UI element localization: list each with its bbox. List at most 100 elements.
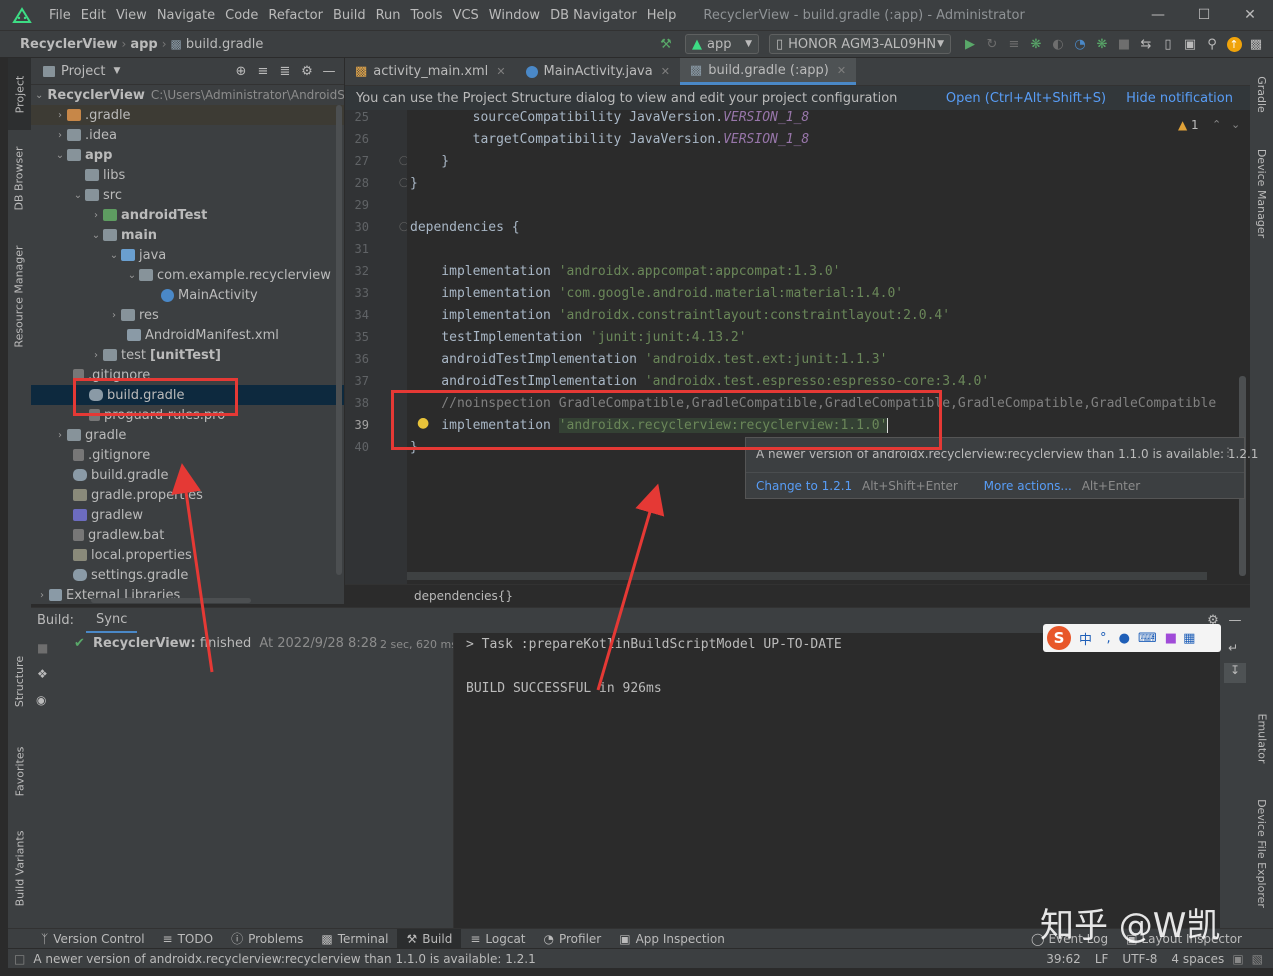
change-version-link[interactable]: Change to 1.2.1 (756, 479, 852, 493)
soft-wrap-icon[interactable]: ↵ (1228, 641, 1238, 655)
tool-tab-resource-manager[interactable]: Resource Manager (8, 236, 31, 356)
attach-debugger-icon[interactable]: ❋ (1091, 33, 1113, 55)
breadcrumb-project[interactable]: RecyclerView (0, 37, 118, 52)
apply-code-changes-icon[interactable]: ≡ (1003, 33, 1025, 55)
chevron-down-icon[interactable]: ⌄ (35, 90, 43, 101)
tab-build-gradle-app[interactable]: ▩ build.gradle (:app) ✕ (679, 58, 857, 85)
chevron-up-icon[interactable]: ⌃ (1212, 118, 1221, 131)
keyboard-icon[interactable]: ⌨ (1138, 631, 1157, 646)
chevron-down-icon[interactable]: ⌄ (107, 250, 121, 261)
skin-icon[interactable]: ■ (1165, 631, 1177, 646)
stop-icon[interactable]: ■ (37, 641, 48, 655)
expand-all-icon[interactable]: ≡ (252, 60, 274, 82)
search-icon[interactable]: ⚲ (1201, 33, 1223, 55)
coverage-icon[interactable]: ◐ (1047, 33, 1069, 55)
menu-file[interactable]: File (44, 8, 76, 23)
menu-refactor[interactable]: Refactor (263, 8, 328, 23)
breadcrumb-file[interactable]: build.gradle (186, 37, 264, 52)
chevron-down-icon[interactable]: ⌄ (71, 190, 85, 201)
scroll-to-end-icon[interactable]: ↧ (1224, 663, 1246, 683)
tool-tab-gradle[interactable]: Gradle (1250, 64, 1273, 124)
tree-row[interactable]: gradle.properties (31, 485, 344, 505)
menu-tools[interactable]: Tools (406, 8, 448, 23)
tree-row[interactable]: gradlew.bat (31, 525, 344, 545)
tree-row[interactable]: › gradle (31, 425, 344, 445)
project-view-select[interactable]: Project (61, 64, 105, 79)
pin-icon[interactable]: ❖ (37, 667, 48, 681)
tool-tab-todo[interactable]: ≡ TODO (154, 929, 223, 949)
stop-icon[interactable]: ■ (1113, 33, 1135, 55)
close-button[interactable]: ✕ (1227, 0, 1273, 30)
tool-tab-version-control[interactable]: ᛉ Version Control (32, 929, 154, 949)
close-icon[interactable]: ✕ (837, 64, 846, 77)
chevron-right-icon[interactable]: › (35, 590, 49, 601)
maximize-button[interactable]: ☐ (1181, 0, 1227, 30)
open-project-structure-link[interactable]: Open (Ctrl+Alt+Shift+S) (946, 91, 1106, 106)
memory-icon[interactable]: ▧ (1252, 952, 1263, 966)
tree-row[interactable]: settings.gradle (31, 565, 344, 585)
line-separator[interactable]: LF (1095, 952, 1109, 966)
menu-build[interactable]: Build (328, 8, 371, 23)
close-icon[interactable]: ✕ (496, 65, 505, 78)
menu-navigate[interactable]: Navigate (152, 8, 220, 23)
tool-tab-terminal[interactable]: ▩ Terminal (312, 929, 397, 949)
eye-icon[interactable]: ◉ (36, 693, 46, 707)
close-icon[interactable]: ✕ (661, 65, 670, 78)
run-config-select[interactable]: ▲ app ▼ (685, 34, 759, 54)
menu-edit[interactable]: Edit (76, 8, 111, 23)
warning-icon[interactable]: ▲ (1178, 118, 1187, 132)
menu-db-navigator[interactable]: DB Navigator (545, 8, 642, 23)
tree-row[interactable]: local.properties (31, 545, 344, 565)
editor-hscrollbar[interactable] (407, 572, 1207, 580)
update-icon[interactable]: ↑ (1223, 33, 1245, 55)
chevron-right-icon[interactable]: › (53, 110, 67, 121)
tab-mainactivity-java[interactable]: MainActivity.java ✕ (516, 58, 680, 85)
status-message[interactable]: A newer version of androidx.recyclerview… (33, 952, 535, 966)
menu-window[interactable]: Window (484, 8, 545, 23)
settings-icon[interactable]: ▩ (1245, 33, 1267, 55)
tree-row-root[interactable]: ⌄ RecyclerView C:\Users\Administrator\An… (31, 85, 344, 105)
tool-tab-device-manager[interactable]: Device Manager (1250, 138, 1273, 248)
chevron-down-icon[interactable]: ▼ (113, 66, 120, 76)
minimize-button[interactable]: — (1135, 0, 1181, 30)
device-select[interactable]: ▯ HONOR AGM3-AL09HN ▼ (769, 34, 951, 54)
tree-row[interactable]: .gitignore (31, 445, 344, 465)
chevron-down-icon[interactable]: ⌄ (53, 150, 67, 161)
tree-row[interactable]: gradlew (31, 505, 344, 525)
tool-tab-structure[interactable]: Structure (8, 643, 31, 719)
tree-row[interactable]: ⌄ src (31, 185, 344, 205)
menu-view[interactable]: View (111, 8, 152, 23)
tree-row[interactable]: › .idea (31, 125, 344, 145)
more-options-icon[interactable]: ⋮ (1222, 445, 1234, 459)
hide-icon[interactable]: — (318, 60, 340, 82)
hide-icon[interactable]: — (1224, 610, 1246, 632)
tree-row[interactable]: ⌄ com.example.recyclerview (31, 265, 344, 285)
tool-tab-device-file-explorer[interactable]: Device File Explorer (1250, 793, 1273, 913)
collapse-all-icon[interactable]: ≣ (274, 60, 296, 82)
chevron-right-icon[interactable]: › (53, 430, 67, 441)
tool-tab-app-inspection[interactable]: ▣ App Inspection (610, 929, 734, 949)
tree-row[interactable]: › res (31, 305, 344, 325)
sdk-manager-icon[interactable]: ▣ (1179, 33, 1201, 55)
tree-row[interactable]: › .gradle (31, 105, 344, 125)
tool-tab-build-variants[interactable]: Build Variants (8, 820, 31, 916)
tool-tab-emulator[interactable]: Emulator (1250, 703, 1273, 773)
tree-row[interactable]: AndroidManifest.xml (31, 325, 344, 345)
code-breadcrumb[interactable]: dependencies{} (414, 589, 513, 603)
chevron-down-icon[interactable]: ⌄ (89, 230, 103, 241)
tab-sync[interactable]: Sync (86, 608, 138, 633)
tab-activity-main-xml[interactable]: ▩ activity_main.xml ✕ (345, 58, 516, 85)
tool-tab-logcat[interactable]: ≡ Logcat (461, 929, 534, 949)
tree-scrollbar[interactable] (336, 105, 342, 575)
tree-row[interactable]: build.gradle (31, 465, 344, 485)
sync-gradle-icon[interactable]: ⇆ (1135, 33, 1157, 55)
punctuation-icon[interactable]: °, (1100, 631, 1111, 646)
tree-row[interactable]: libs (31, 165, 344, 185)
locate-icon[interactable]: ⊕ (230, 60, 252, 82)
menu-run[interactable]: Run (371, 8, 406, 23)
tree-row[interactable]: ⌄ main (31, 225, 344, 245)
tree-row[interactable]: ⌄ app (31, 145, 344, 165)
tool-tab-db-browser[interactable]: DB Browser (8, 138, 31, 218)
tree-row[interactable]: MainActivity (31, 285, 344, 305)
tree-row[interactable]: ⌄ java (31, 245, 344, 265)
